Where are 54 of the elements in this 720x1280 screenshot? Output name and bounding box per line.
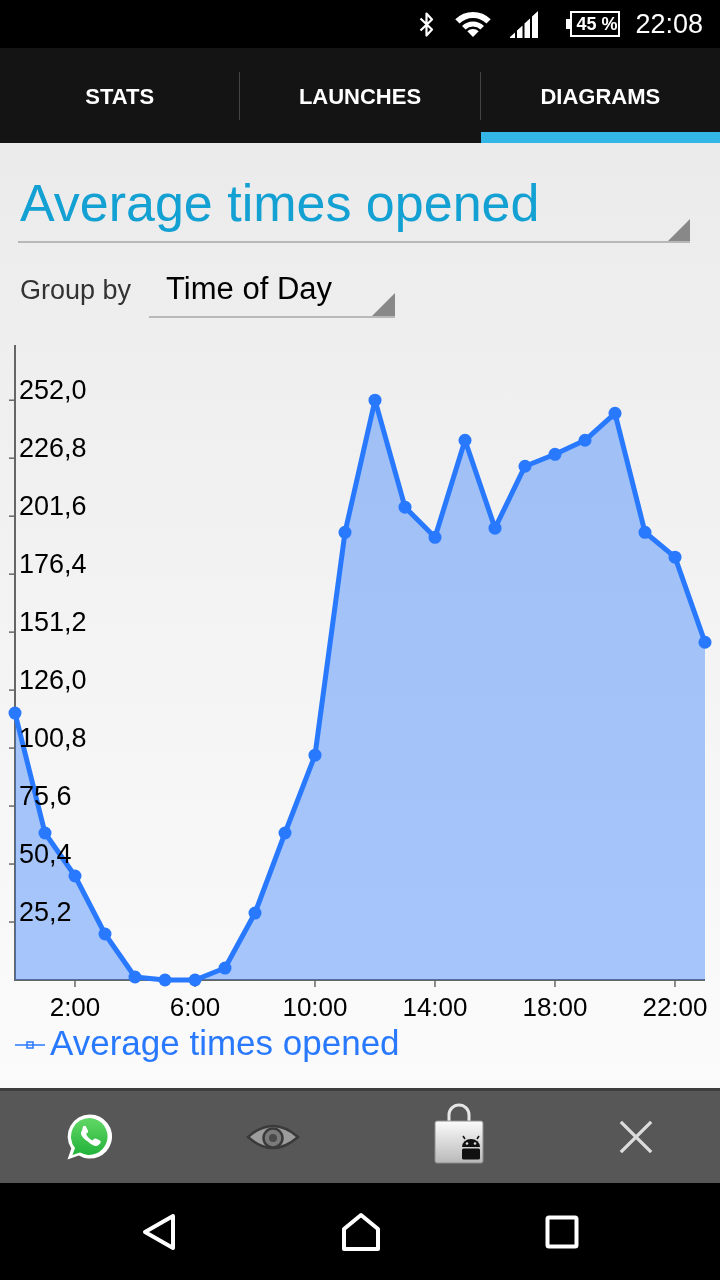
data-point (518, 459, 532, 473)
back-icon[interactable] (141, 1212, 177, 1251)
group-by-dropdown[interactable]: Time of Day (149, 271, 396, 318)
x-axis-label: 18:00 (522, 992, 588, 1022)
y-axis-label: 50,4 (19, 839, 72, 870)
data-point (218, 961, 232, 975)
signal-icon (509, 10, 540, 38)
y-axis-label: 151,2 (19, 607, 87, 638)
y-axis-label: 25,2 (19, 897, 72, 927)
data-point (488, 521, 502, 535)
tab[interactable]: STATS (0, 48, 240, 143)
data-point (68, 869, 82, 883)
close-icon[interactable] (618, 1119, 654, 1155)
data-point (278, 826, 292, 840)
data-point (128, 970, 142, 984)
data-point (248, 906, 262, 920)
y-axis-label: 252,0 (19, 375, 87, 406)
status-time: 22:08 (635, 8, 703, 40)
data-point (578, 433, 592, 447)
home-icon[interactable] (341, 1211, 381, 1252)
data-point (668, 550, 682, 564)
shopping-bag-icon[interactable] (432, 1103, 486, 1165)
x-axis-label: 6:00 (169, 992, 221, 1022)
data-point (38, 826, 52, 840)
y-axis-label: 226,8 (19, 433, 87, 464)
group-by-label: Group by (20, 274, 132, 306)
data-point (698, 635, 712, 649)
wifi-icon (454, 10, 493, 38)
data-point (638, 525, 652, 539)
data-point (548, 447, 562, 461)
y-axis-label: 126,0 (19, 665, 87, 696)
data-point (458, 433, 472, 447)
y-axis-label: 176,4 (19, 549, 87, 580)
data-point (158, 973, 172, 987)
data-point (368, 393, 382, 407)
x-axis-label: 14:00 (402, 992, 468, 1022)
tab[interactable]: LAUNCHES (240, 48, 480, 143)
data-point (8, 706, 22, 720)
recent-apps-icon[interactable] (545, 1214, 579, 1249)
data-point (428, 530, 442, 544)
x-axis-label: 10:00 (282, 992, 348, 1022)
bluetooth-icon (419, 10, 435, 38)
data-point (98, 927, 112, 941)
chat-phone-icon[interactable] (66, 1113, 114, 1161)
data-point (338, 525, 352, 539)
battery-indicator: 45 % (566, 11, 621, 37)
legend-label: Average times opened (50, 1023, 400, 1062)
data-point (308, 748, 322, 762)
data-point (398, 500, 412, 514)
y-axis-label: 201,6 (19, 491, 87, 522)
data-point (608, 406, 622, 420)
data-point (188, 973, 202, 987)
x-axis-label: 22:00 (642, 992, 708, 1022)
x-axis-label: 2:00 (49, 992, 101, 1022)
